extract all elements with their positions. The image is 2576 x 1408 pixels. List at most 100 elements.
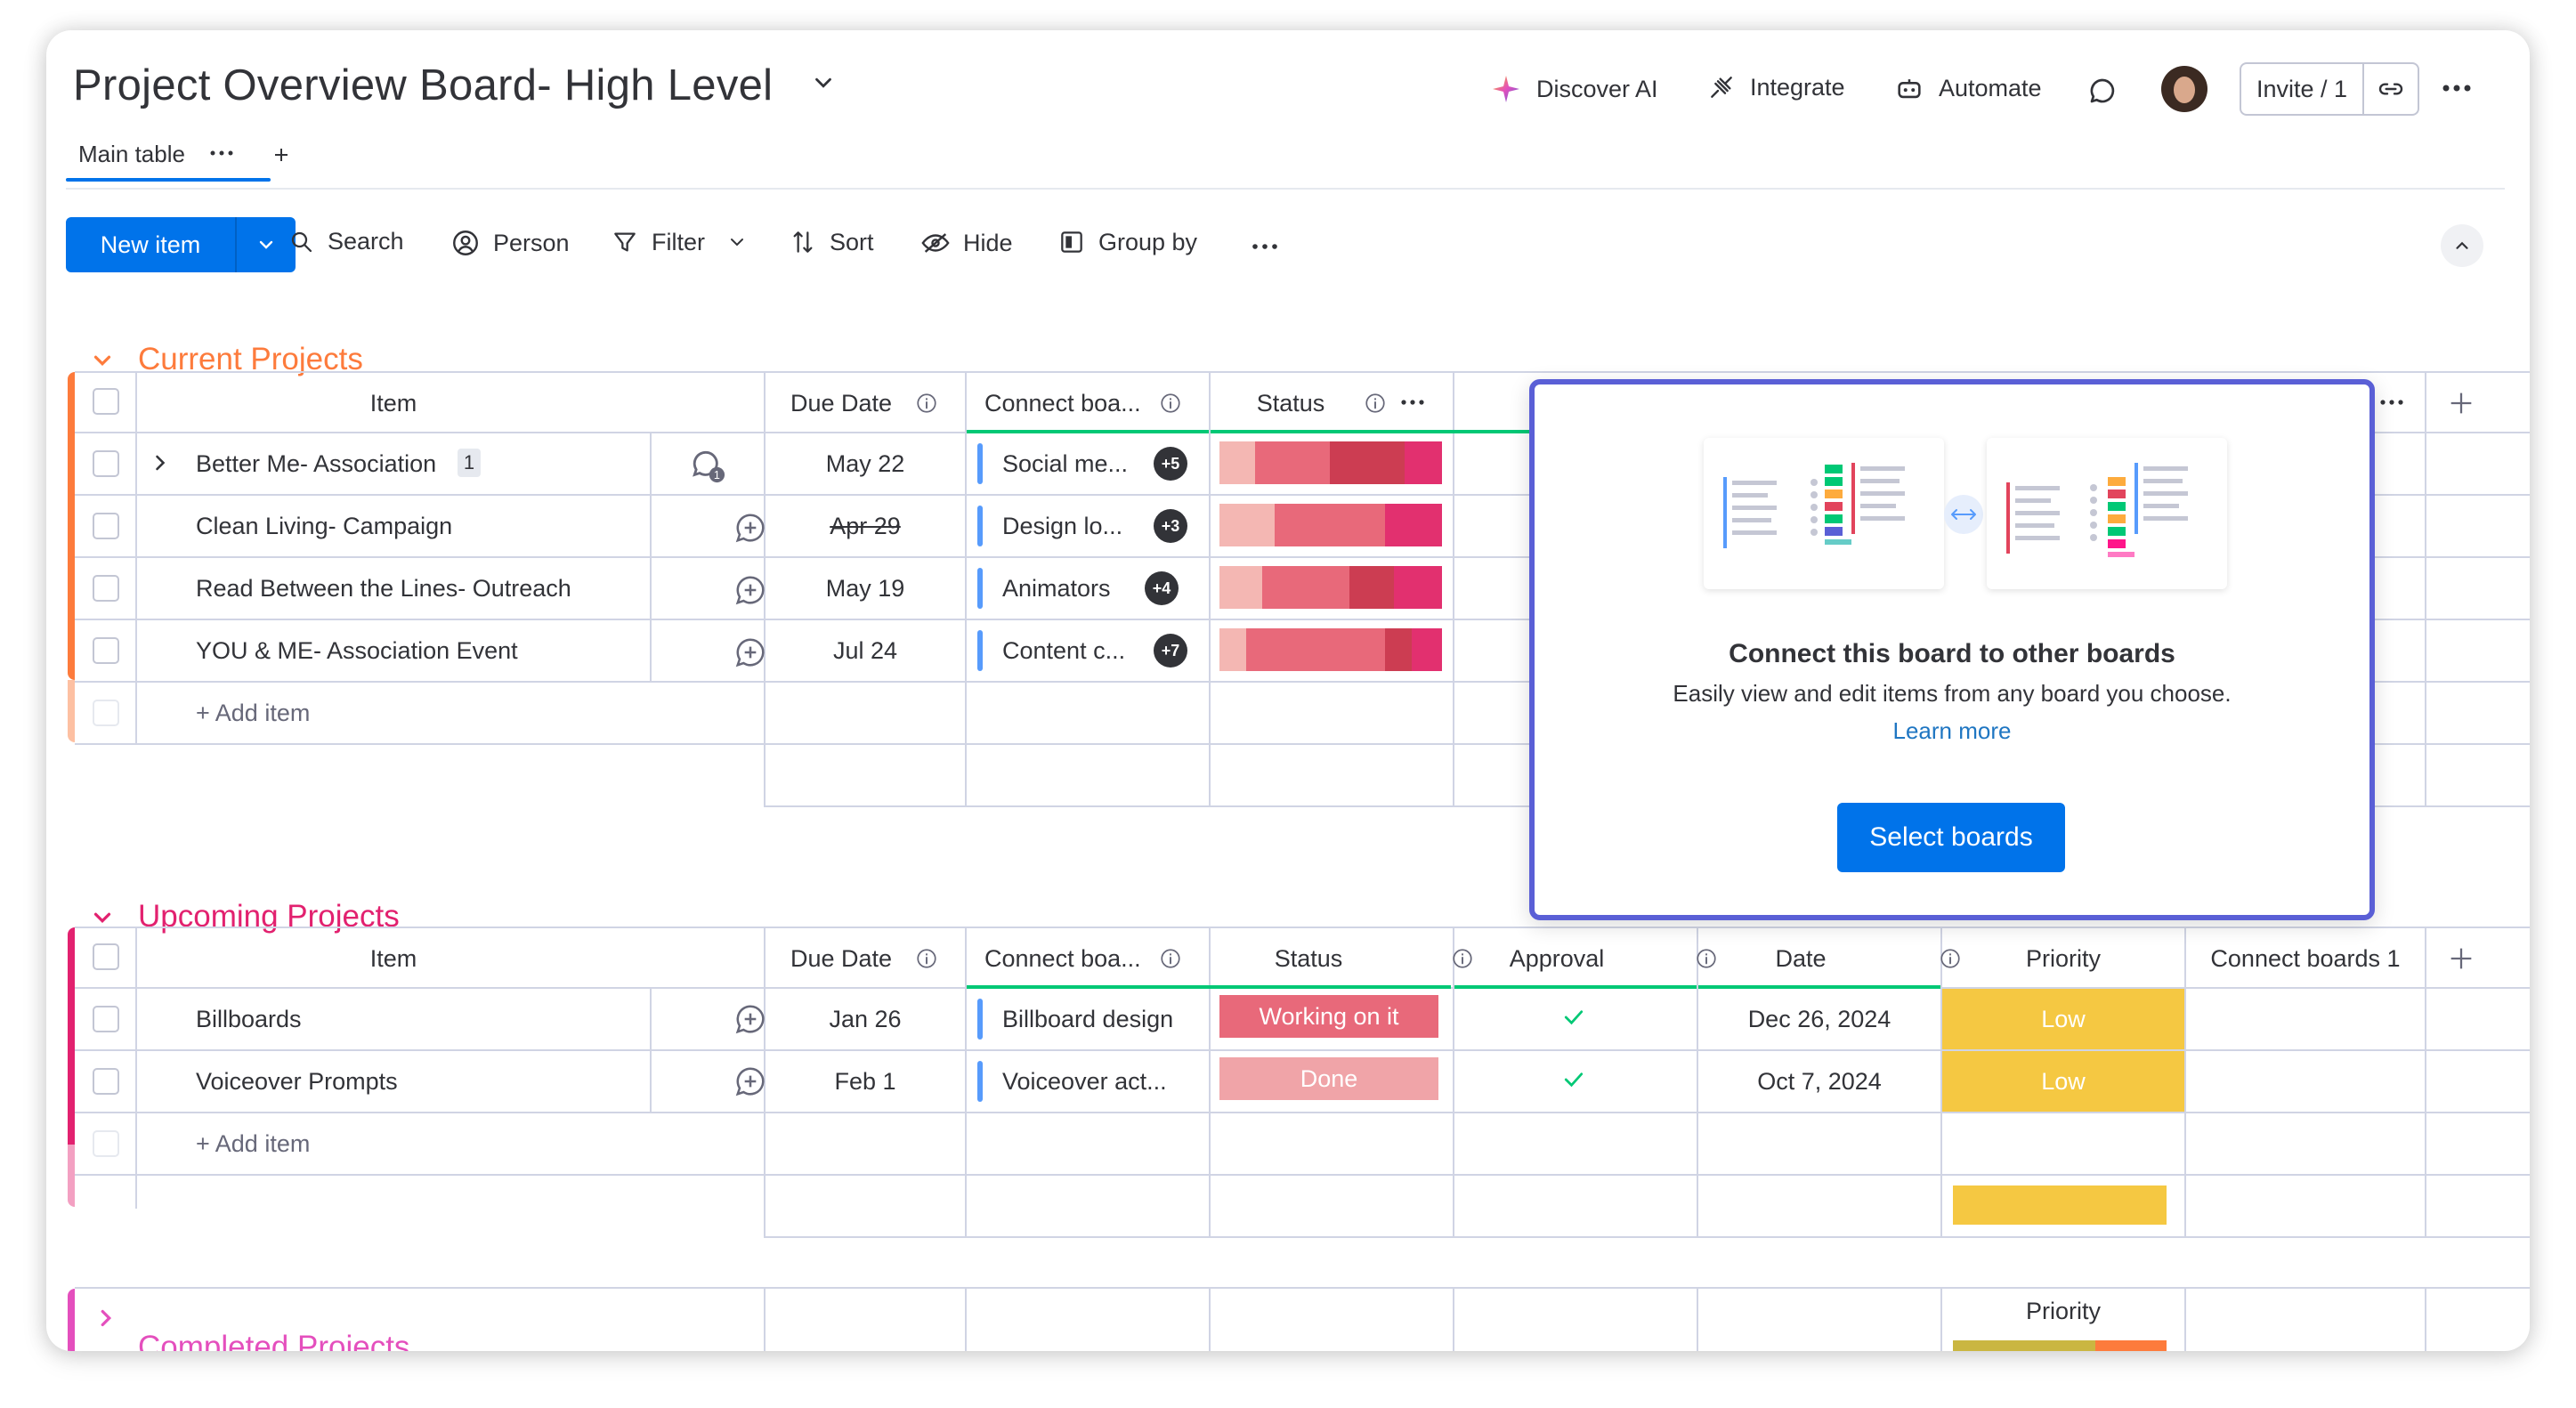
connected-item[interactable]: Voiceover act... xyxy=(1002,1051,1200,1112)
column-header-connect-boards-1[interactable]: Connect boards 1 xyxy=(2186,929,2425,988)
learn-more-link[interactable]: Learn more xyxy=(1535,717,2369,745)
item-name[interactable]: YOU & ME- Association Event xyxy=(196,620,518,681)
add-update-icon[interactable] xyxy=(733,635,767,669)
tab-more-icon[interactable] xyxy=(208,146,235,160)
connected-item[interactable]: Content c... xyxy=(1002,620,1145,681)
chevron-down-icon[interactable] xyxy=(726,231,748,253)
status-battery[interactable] xyxy=(1394,566,1442,609)
new-item-dropdown[interactable] xyxy=(237,217,296,272)
item-name[interactable]: Clean Living- Campaign xyxy=(196,496,452,556)
due-date[interactable]: Jan 26 xyxy=(766,989,965,1049)
select-all-checkbox[interactable] xyxy=(93,943,119,970)
add-item-button[interactable]: + Add item xyxy=(196,1113,310,1174)
info-icon[interactable] xyxy=(1159,947,1182,970)
column-header-priority[interactable]: Priority xyxy=(1942,1289,2184,1333)
toolbar-more-icon[interactable] xyxy=(1250,239,1280,255)
check-icon[interactable] xyxy=(1559,1004,1588,1031)
item-name[interactable]: Voiceover Prompts xyxy=(196,1051,398,1112)
sort-button[interactable]: Sort xyxy=(789,228,874,256)
due-date[interactable]: Jul 24 xyxy=(766,620,965,681)
info-icon[interactable] xyxy=(1159,392,1182,415)
item-name[interactable]: Read Between the Lines- Outreach xyxy=(196,558,571,619)
status-label[interactable]: Done xyxy=(1219,1057,1438,1100)
automate-button[interactable]: Automate xyxy=(1894,73,2042,103)
date-value[interactable]: Dec 26, 2024 xyxy=(1698,989,1940,1049)
due-date[interactable]: Apr 29 xyxy=(766,496,965,556)
column-more-icon[interactable] xyxy=(1399,395,1426,409)
chevron-down-icon[interactable] xyxy=(810,69,837,96)
due-date[interactable]: May 22 xyxy=(766,433,965,494)
check-icon[interactable] xyxy=(1559,1066,1588,1093)
expand-icon[interactable] xyxy=(148,450,173,475)
column-header-due-date[interactable]: Due Date xyxy=(766,374,917,433)
column-header-connect[interactable]: Connect boa... xyxy=(984,929,1154,988)
column-header-priority[interactable]: Priority xyxy=(1942,929,2184,988)
status-battery[interactable] xyxy=(1385,504,1442,546)
info-icon[interactable] xyxy=(915,392,938,415)
column-header-status[interactable]: Status xyxy=(1211,929,1406,988)
add-item-button[interactable]: + Add item xyxy=(196,683,310,743)
column-header-item[interactable]: Item xyxy=(135,374,652,433)
add-column-plus-icon[interactable] xyxy=(2446,388,2476,418)
new-item-button[interactable]: New item xyxy=(66,217,296,272)
column-header-connect[interactable]: Connect boa... xyxy=(984,374,1154,433)
row-checkbox[interactable] xyxy=(93,450,119,477)
integrate-button[interactable]: Integrate xyxy=(1707,73,1845,101)
due-date[interactable]: May 19 xyxy=(766,558,965,619)
column-header-status[interactable]: Status xyxy=(1211,374,1371,433)
item-name[interactable]: Better Me- Association xyxy=(196,433,436,494)
add-update-icon[interactable] xyxy=(733,1002,767,1036)
column-header-approval[interactable]: Approval xyxy=(1454,929,1659,988)
discover-ai-button[interactable]: Discover AI xyxy=(1490,73,1658,105)
priority-label[interactable]: Low xyxy=(1942,989,2184,1049)
column-header-date[interactable]: Date xyxy=(1698,929,1903,988)
info-icon[interactable] xyxy=(915,947,938,970)
status-label[interactable]: Working on it xyxy=(1219,995,1438,1038)
chat-icon[interactable] xyxy=(2086,75,2118,107)
select-all-checkbox[interactable] xyxy=(93,388,119,415)
filter-button[interactable]: Filter xyxy=(611,228,748,256)
status-battery[interactable] xyxy=(1405,441,1442,484)
row-checkbox[interactable] xyxy=(93,637,119,664)
item-name[interactable]: Billboards xyxy=(196,989,302,1049)
avatar[interactable] xyxy=(2161,66,2207,112)
row-checkbox[interactable] xyxy=(93,575,119,602)
copy-link-button[interactable] xyxy=(2364,64,2418,114)
group-by-button[interactable]: Group by xyxy=(1057,228,1197,256)
status-battery[interactable] xyxy=(1412,628,1442,671)
more-connected-badge[interactable]: +4 xyxy=(1145,571,1179,605)
column-header-due-date[interactable]: Due Date xyxy=(766,929,917,988)
group-collapse-chevron-icon[interactable] xyxy=(89,347,116,374)
search-button[interactable]: Search xyxy=(288,228,404,255)
invite-button[interactable]: Invite / 1 xyxy=(2240,62,2419,116)
more-connected-badge[interactable]: +5 xyxy=(1154,447,1187,481)
due-date[interactable]: Feb 1 xyxy=(766,1051,965,1112)
column-header-item[interactable]: Item xyxy=(135,929,652,988)
group-title-completed[interactable]: Completed Projects xyxy=(138,1330,409,1351)
row-checkbox[interactable] xyxy=(93,1006,119,1032)
chat-icon[interactable]: 1 xyxy=(689,447,728,486)
info-icon[interactable] xyxy=(1364,392,1387,415)
date-value[interactable]: Oct 7, 2024 xyxy=(1698,1051,1940,1112)
add-column-plus-icon[interactable] xyxy=(2446,943,2476,974)
row-checkbox[interactable] xyxy=(93,1068,119,1095)
select-boards-button[interactable]: Select boards xyxy=(1837,803,2065,872)
connected-item[interactable]: Design lo... xyxy=(1002,496,1145,556)
connected-item[interactable]: Animators xyxy=(1002,558,1145,619)
person-filter-button[interactable]: Person xyxy=(450,228,570,258)
board-title[interactable]: Project Overview Board- High Level xyxy=(73,61,773,110)
add-update-icon[interactable] xyxy=(733,511,767,545)
more-connected-badge[interactable]: +3 xyxy=(1154,509,1187,543)
collapse-header-button[interactable] xyxy=(2441,224,2483,267)
add-update-icon[interactable] xyxy=(733,1064,767,1098)
more-icon[interactable] xyxy=(2439,75,2475,101)
add-update-icon[interactable] xyxy=(733,573,767,607)
hide-button[interactable]: Hide xyxy=(920,228,1013,258)
add-view-plus-icon[interactable] xyxy=(271,144,292,166)
column-more-icon[interactable] xyxy=(2378,395,2405,409)
connected-item[interactable]: Social me... xyxy=(1002,433,1145,494)
tab-main-table[interactable]: Main table xyxy=(78,141,185,168)
subitems-count[interactable]: 1 xyxy=(458,449,481,477)
row-checkbox[interactable] xyxy=(93,513,119,539)
priority-label[interactable]: Low xyxy=(1942,1051,2184,1112)
